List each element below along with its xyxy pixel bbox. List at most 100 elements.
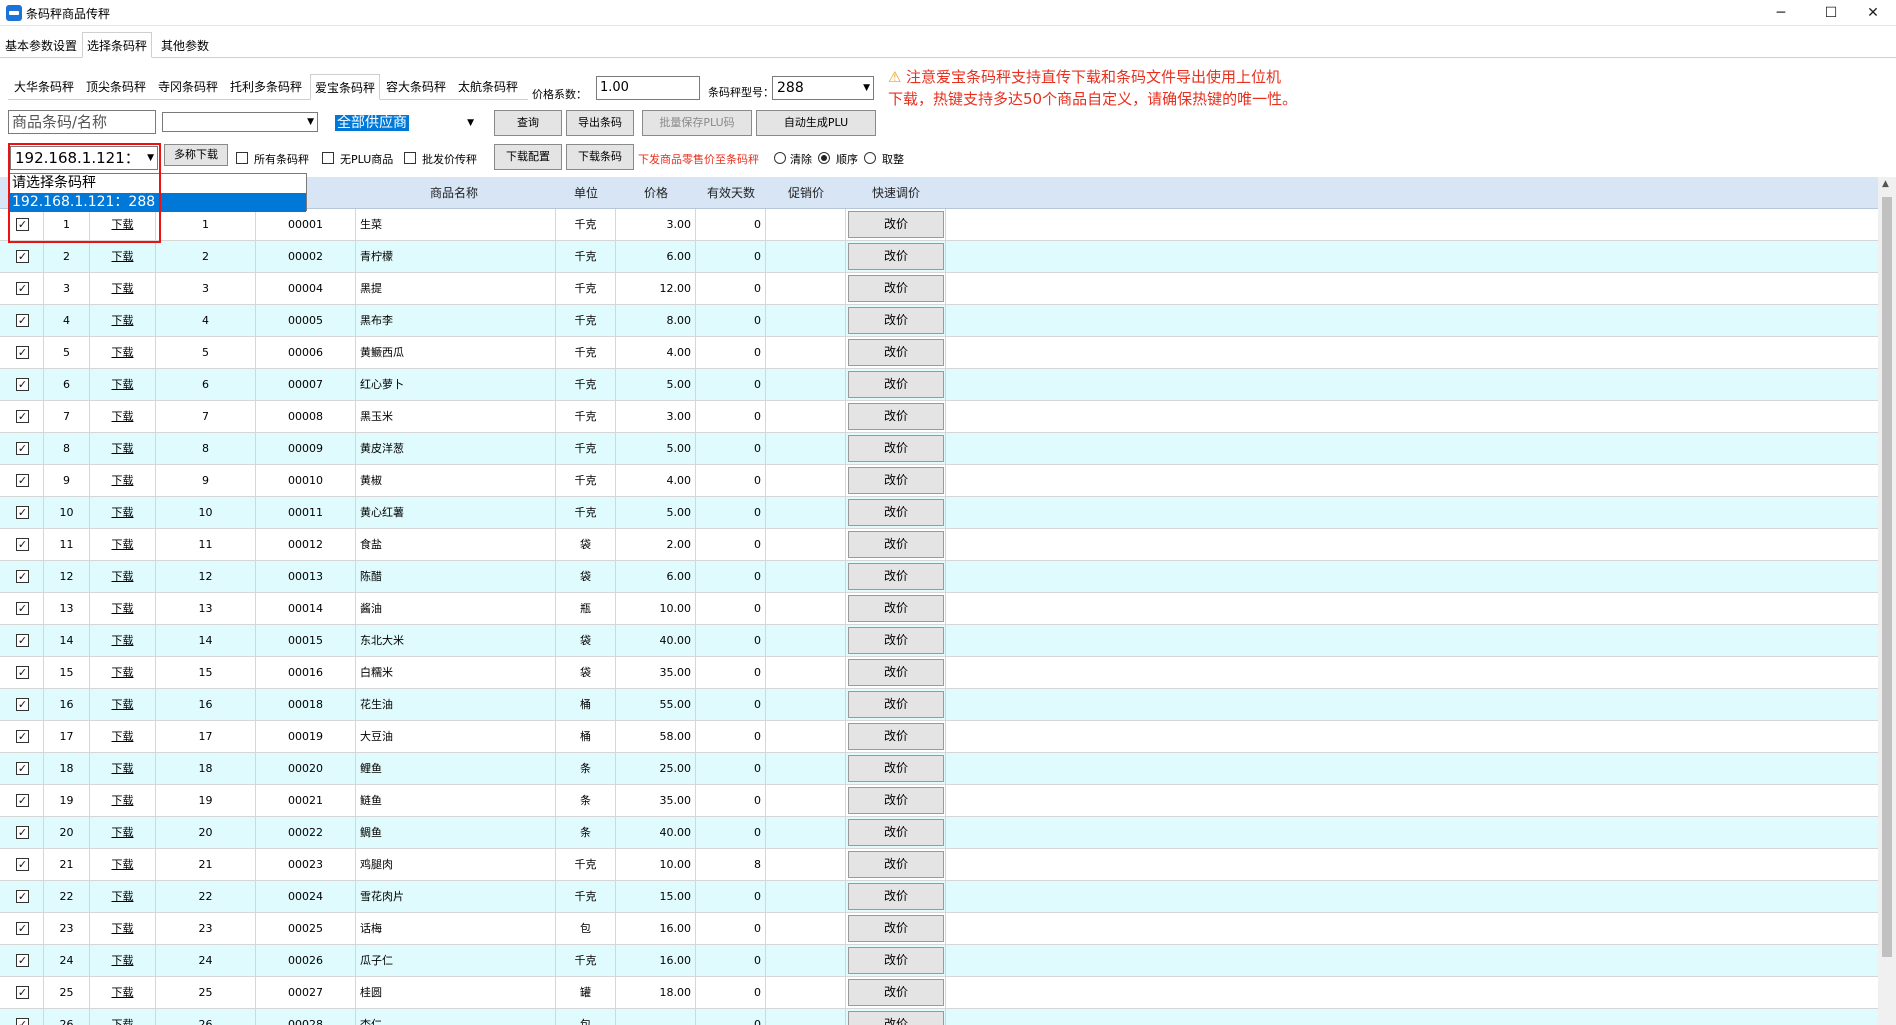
row-checkbox-cell[interactable]: ✓	[0, 369, 44, 401]
table-row[interactable]: ✓ 15 下载 15 00016 白糯米袋 35.00 0 改价	[0, 657, 1878, 689]
row-checkbox[interactable]: ✓	[16, 442, 29, 455]
change-price-button[interactable]: 改价	[848, 755, 944, 782]
row-checkbox[interactable]: ✓	[16, 666, 29, 679]
row-checkbox-cell[interactable]: ✓	[0, 945, 44, 977]
truncate-radio[interactable]	[864, 152, 876, 164]
change-price-button[interactable]: 改价	[848, 1011, 944, 1025]
row-checkbox[interactable]: ✓	[16, 250, 29, 263]
download-config-button[interactable]: 下载配置	[494, 144, 562, 170]
table-row[interactable]: ✓ 4 下载 4 00005 黑布李 千克 8.00 0 改价	[0, 305, 1878, 337]
download-link[interactable]: 下载	[90, 273, 156, 305]
change-price-button[interactable]: 改价	[848, 211, 944, 238]
change-price-button[interactable]: 改价	[848, 275, 944, 302]
tab-teraoka-scale[interactable]: 寺冈条码秤	[154, 74, 222, 100]
change-price-button[interactable]: 改价	[848, 915, 944, 942]
download-link[interactable]: 下载	[90, 689, 156, 721]
download-link[interactable]: 下载	[90, 1009, 156, 1025]
row-checkbox-cell[interactable]: ✓	[0, 337, 44, 369]
row-checkbox[interactable]: ✓	[16, 986, 29, 999]
row-checkbox[interactable]: ✓	[16, 346, 29, 359]
wholesale-price-checkbox[interactable]	[404, 152, 416, 164]
tab-basic-settings[interactable]: 基本参数设置	[0, 32, 82, 58]
download-link[interactable]: 下载	[90, 369, 156, 401]
row-checkbox-cell[interactable]: ✓	[0, 273, 44, 305]
download-link[interactable]: 下载	[90, 785, 156, 817]
change-price-button[interactable]: 改价	[848, 819, 944, 846]
row-checkbox-cell[interactable]: ✓	[0, 241, 44, 273]
table-row[interactable]: ✓ 7 下载 7 00008 黑玉米 千克 3.00 0 改价	[0, 401, 1878, 433]
download-link[interactable]: 下载	[90, 817, 156, 849]
row-checkbox[interactable]: ✓	[16, 762, 29, 775]
row-checkbox[interactable]: ✓	[16, 794, 29, 807]
row-checkbox[interactable]: ✓	[16, 506, 29, 519]
tab-select-scale[interactable]: 选择条码秤	[82, 32, 153, 58]
table-row[interactable]: ✓ 6 下载 6 00007 红心萝卜 千克 5.00 0 改价	[0, 369, 1878, 401]
row-checkbox-cell[interactable]: ✓	[0, 497, 44, 529]
download-link[interactable]: 下载	[90, 913, 156, 945]
download-link[interactable]: 下载	[90, 721, 156, 753]
tab-toledo-scale[interactable]: 托利多条码秤	[226, 74, 306, 100]
change-price-button[interactable]: 改价	[848, 595, 944, 622]
download-link[interactable]: 下载	[90, 337, 156, 369]
supplier-select[interactable]: 全部供应商 ▼	[330, 111, 478, 135]
query-button[interactable]: 查询	[494, 110, 562, 136]
row-checkbox-cell[interactable]: ✓	[0, 529, 44, 561]
tab-dahua-scale[interactable]: 大华条码秤	[10, 74, 78, 100]
change-price-button[interactable]: 改价	[848, 499, 944, 526]
row-checkbox[interactable]: ✓	[16, 858, 29, 871]
table-row[interactable]: ✓ 20 下载 20 00022 鲷鱼条 40.00 0 改价	[0, 817, 1878, 849]
search-input[interactable]: 商品条码/名称	[8, 110, 156, 134]
change-price-button[interactable]: 改价	[848, 627, 944, 654]
change-price-button[interactable]: 改价	[848, 467, 944, 494]
row-checkbox-cell[interactable]: ✓	[0, 433, 44, 465]
tab-other-params[interactable]: 其他参数	[156, 32, 214, 58]
row-checkbox[interactable]: ✓	[16, 890, 29, 903]
row-checkbox[interactable]: ✓	[16, 314, 29, 327]
row-checkbox[interactable]: ✓	[16, 570, 29, 583]
row-checkbox-cell[interactable]: ✓	[0, 913, 44, 945]
row-checkbox-cell[interactable]: ✓	[0, 881, 44, 913]
no-plu-checkbox[interactable]	[322, 152, 334, 164]
row-checkbox[interactable]: ✓	[16, 378, 29, 391]
download-link[interactable]: 下载	[90, 849, 156, 881]
multi-scale-download-button[interactable]: 多称下载	[164, 144, 228, 166]
row-checkbox[interactable]: ✓	[16, 474, 29, 487]
table-row[interactable]: ✓ 8 下载 8 00009 黄皮洋葱 千克 5.00 0 改价	[0, 433, 1878, 465]
change-price-button[interactable]: 改价	[848, 243, 944, 270]
download-link[interactable]: 下载	[90, 305, 156, 337]
table-row[interactable]: ✓ 13 下载 13 00014 酱油瓶 10.00 0 改价	[0, 593, 1878, 625]
row-checkbox-cell[interactable]: ✓	[0, 817, 44, 849]
row-checkbox[interactable]: ✓	[16, 634, 29, 647]
tab-aibao-scale[interactable]: 爱宝条码秤	[310, 74, 381, 100]
download-link[interactable]: 下载	[90, 465, 156, 497]
row-checkbox-cell[interactable]: ✓	[0, 1009, 44, 1025]
table-row[interactable]: ✓ 14 下载 14 00015 东北大米袋 40.00 0 改价	[0, 625, 1878, 657]
change-price-button[interactable]: 改价	[848, 435, 944, 462]
row-checkbox-cell[interactable]: ✓	[0, 401, 44, 433]
download-link[interactable]: 下载	[90, 945, 156, 977]
table-row[interactable]: ✓ 26 下载 26 00028 杏仁包 0 改价	[0, 1009, 1878, 1025]
maximize-button[interactable]: ☐	[1808, 0, 1854, 26]
table-row[interactable]: ✓ 12 下载 12 00013 陈醋袋 6.00 0 改价	[0, 561, 1878, 593]
all-barcode-checkbox[interactable]	[236, 152, 248, 164]
download-link[interactable]: 下载	[90, 625, 156, 657]
change-price-button[interactable]: 改价	[848, 691, 944, 718]
table-row[interactable]: ✓ 21 下载 21 00023 鸡腿肉 千克 10.00 8 改价	[0, 849, 1878, 881]
change-price-button[interactable]: 改价	[848, 883, 944, 910]
change-price-button[interactable]: 改价	[848, 659, 944, 686]
table-row[interactable]: ✓ 3 下载 3 00004 黑提 千克 12.00 0 改价	[0, 273, 1878, 305]
change-price-button[interactable]: 改价	[848, 723, 944, 750]
row-checkbox-cell[interactable]: ✓	[0, 305, 44, 337]
category-select[interactable]: ▼	[162, 112, 318, 132]
price-coefficient-input[interactable]: 1.00	[596, 76, 700, 100]
download-link[interactable]: 下载	[90, 241, 156, 273]
change-price-button[interactable]: 改价	[848, 531, 944, 558]
row-checkbox[interactable]: ✓	[16, 538, 29, 551]
change-price-button[interactable]: 改价	[848, 339, 944, 366]
change-price-button[interactable]: 改价	[848, 787, 944, 814]
table-row[interactable]: ✓ 18 下载 18 00020 鲤鱼条 25.00 0 改价	[0, 753, 1878, 785]
row-checkbox-cell[interactable]: ✓	[0, 849, 44, 881]
change-price-button[interactable]: 改价	[848, 979, 944, 1006]
row-checkbox[interactable]: ✓	[16, 730, 29, 743]
download-link[interactable]: 下载	[90, 497, 156, 529]
